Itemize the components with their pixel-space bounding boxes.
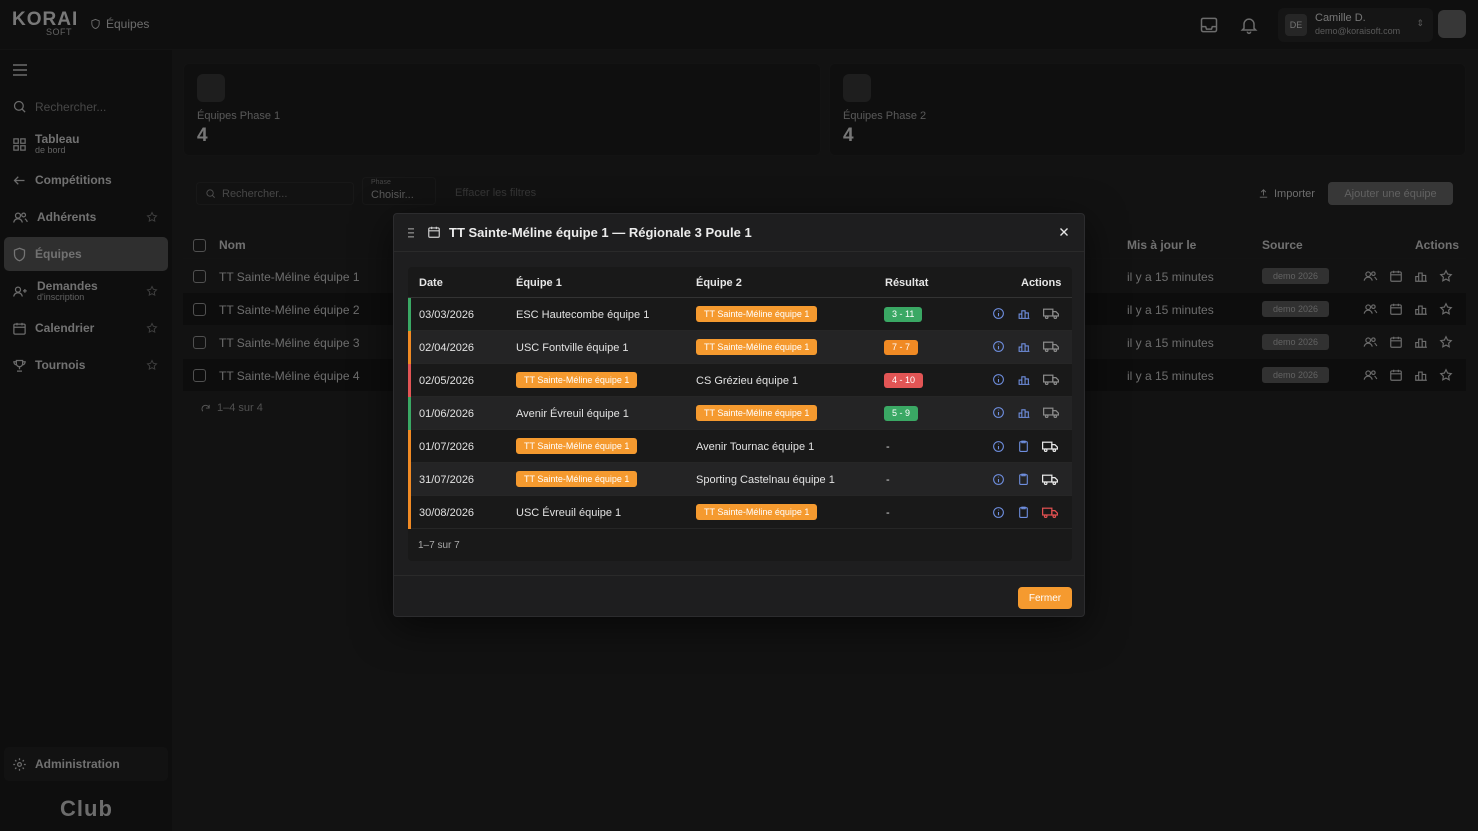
column-header-actions: Actions — [1021, 277, 1062, 289]
truck-icon[interactable] — [1042, 440, 1058, 453]
truck-icon[interactable] — [1042, 506, 1058, 519]
match-date: 02/05/2026 — [419, 375, 475, 387]
ranking-icon[interactable] — [1017, 373, 1031, 386]
team2-name: Sporting Castelnau équipe 1 — [696, 474, 835, 486]
info-icon[interactable] — [992, 506, 1005, 519]
result-indicator-bar — [408, 430, 411, 463]
result-indicator-bar — [408, 496, 411, 529]
clipboard-icon[interactable] — [1017, 439, 1030, 453]
clipboard-icon[interactable] — [1017, 472, 1030, 486]
info-icon[interactable] — [992, 406, 1005, 419]
team-matches-modal: TT Sainte-Méline équipe 1 — Régionale 3 … — [393, 213, 1085, 617]
match-row[interactable]: 02/05/2026 TT Sainte-Méline équipe 1 CS Gr… — [408, 364, 1072, 397]
match-date: 01/06/2026 — [419, 408, 475, 420]
info-icon[interactable] — [992, 340, 1005, 353]
matches-table: Date Équipe 1 Équipe 2 Résultat Actions … — [408, 267, 1072, 561]
match-date: 31/07/2026 — [419, 474, 475, 486]
match-actions — [992, 406, 1059, 419]
team2-tag[interactable]: TT Sainte-Méline équipe 1 — [696, 405, 818, 421]
truck-icon[interactable] — [1043, 340, 1059, 353]
match-date: 30/08/2026 — [419, 507, 475, 519]
match-date: 02/04/2026 — [419, 342, 475, 354]
match-actions — [992, 307, 1059, 320]
column-header-date[interactable]: Date — [419, 277, 443, 289]
result-text: - — [886, 474, 890, 486]
match-row[interactable]: 02/04/2026 USC Fontville équipe 1 TT Saint… — [408, 331, 1072, 364]
matches-table-header: Date Équipe 1 Équipe 2 Résultat Actions — [408, 267, 1072, 298]
match-row[interactable]: 01/07/2026 TT Sainte-Méline équipe 1 Aveni… — [408, 430, 1072, 463]
ranking-icon[interactable] — [1017, 307, 1031, 320]
truck-icon[interactable] — [1043, 373, 1059, 386]
result-indicator-bar — [408, 397, 411, 430]
match-row[interactable]: 30/08/2026 USC Évreuil équipe 1 TT Sainte-… — [408, 496, 1072, 529]
ranking-icon[interactable] — [1017, 406, 1031, 419]
close-icon[interactable] — [1057, 225, 1071, 239]
team1-name: USC Fontville équipe 1 — [516, 342, 629, 354]
result-text: - — [886, 441, 890, 453]
ranking-icon[interactable] — [1017, 340, 1031, 353]
match-row[interactable]: 01/06/2026 Avenir Évreuil équipe 1 TT Sain… — [408, 397, 1072, 430]
result-badge: 3 - 11 — [884, 307, 923, 322]
modal-title: TT Sainte-Méline équipe 1 — Régionale 3 … — [449, 225, 752, 240]
drag-handle-icon[interactable] — [408, 228, 414, 238]
match-date: 01/07/2026 — [419, 441, 475, 453]
info-icon[interactable] — [992, 473, 1005, 486]
column-header-team1[interactable]: Équipe 1 — [516, 277, 562, 289]
truck-icon[interactable] — [1043, 307, 1059, 320]
info-icon[interactable] — [992, 307, 1005, 320]
match-row[interactable]: 03/03/2026 ESC Hautecombe équipe 1 TT Sain… — [408, 298, 1072, 331]
result-indicator-bar — [408, 463, 411, 496]
modal-header: TT Sainte-Méline équipe 1 — Régionale 3 … — [394, 214, 1084, 252]
team2-tag[interactable]: TT Sainte-Méline équipe 1 — [696, 339, 818, 355]
result-text: - — [886, 507, 890, 519]
close-button[interactable]: Fermer — [1018, 587, 1072, 609]
column-header-team2[interactable]: Équipe 2 — [696, 277, 742, 289]
team1-tag[interactable]: TT Sainte-Méline équipe 1 — [516, 438, 638, 454]
result-indicator-bar — [408, 298, 411, 331]
team1-tag[interactable]: TT Sainte-Méline équipe 1 — [516, 471, 638, 487]
team2-name: CS Grézieu équipe 1 — [696, 375, 799, 387]
clipboard-icon[interactable] — [1017, 505, 1030, 519]
calendar-icon — [428, 226, 440, 238]
result-indicator-bar — [408, 364, 411, 397]
team1-name: Avenir Évreuil équipe 1 — [516, 408, 629, 420]
match-actions — [992, 439, 1058, 453]
team2-tag[interactable]: TT Sainte-Méline équipe 1 — [696, 504, 818, 520]
match-actions — [992, 373, 1059, 386]
result-badge: 4 - 10 — [884, 373, 924, 388]
match-actions — [992, 340, 1059, 353]
info-icon[interactable] — [992, 373, 1005, 386]
match-actions — [992, 472, 1058, 486]
result-indicator-bar — [408, 331, 411, 364]
info-icon[interactable] — [992, 440, 1005, 453]
truck-icon[interactable] — [1042, 473, 1058, 486]
result-badge: 7 - 7 — [884, 340, 919, 355]
team1-tag[interactable]: TT Sainte-Méline équipe 1 — [516, 372, 638, 388]
team1-name: USC Évreuil équipe 1 — [516, 507, 622, 519]
team2-tag[interactable]: TT Sainte-Méline équipe 1 — [696, 306, 818, 322]
match-date: 03/03/2026 — [419, 309, 475, 321]
truck-icon[interactable] — [1043, 406, 1059, 419]
column-header-result[interactable]: Résultat — [885, 277, 928, 289]
team2-name: Avenir Tournac équipe 1 — [696, 441, 815, 453]
match-row[interactable]: 31/07/2026 TT Sainte-Méline équipe 1 Sport… — [408, 463, 1072, 496]
result-badge: 5 - 9 — [884, 406, 919, 421]
match-actions — [992, 505, 1058, 519]
matches-pager: 1–7 sur 7 — [418, 540, 460, 551]
modal-divider — [394, 575, 1084, 576]
team1-name: ESC Hautecombe équipe 1 — [516, 309, 650, 321]
